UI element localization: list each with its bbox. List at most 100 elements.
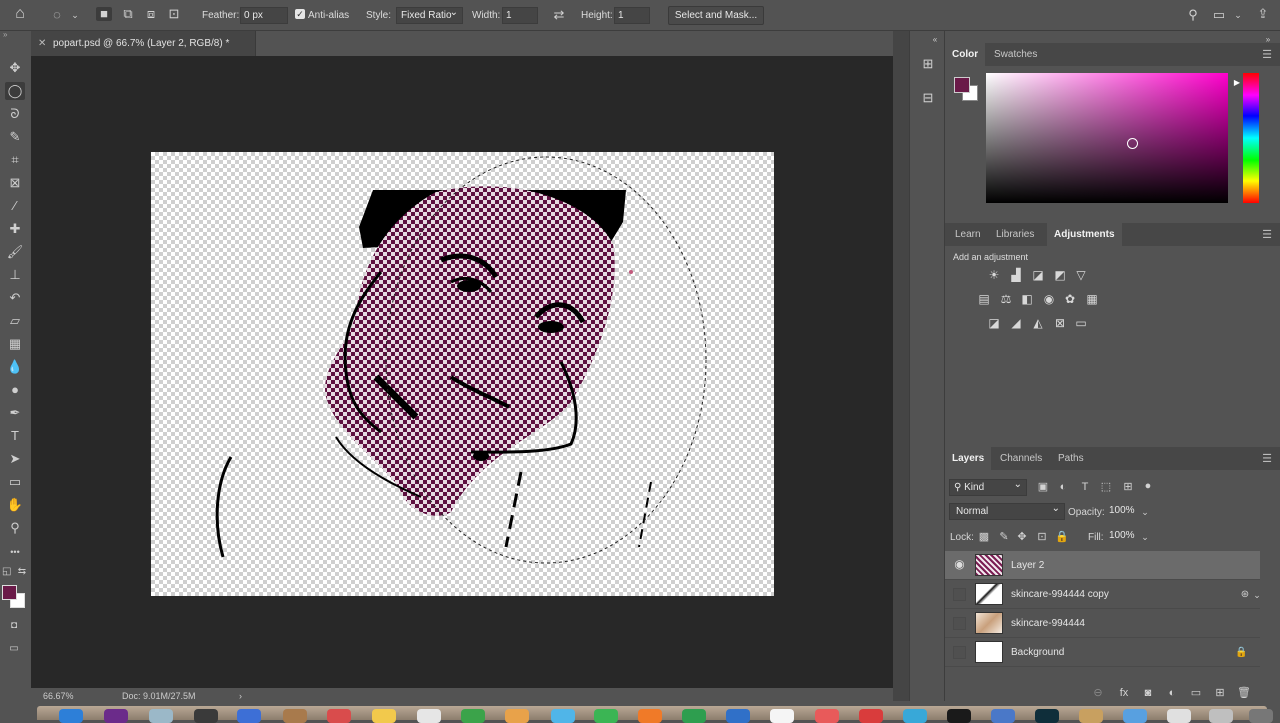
foreground-color-swatch[interactable] [2, 585, 17, 600]
hue-slider-handle[interactable]: ▶ [1233, 76, 1241, 90]
layer-name[interactable]: Background [1011, 647, 1064, 658]
height-input[interactable]: 1 [614, 7, 650, 24]
chevron-down-icon[interactable]: ⌄ [1139, 505, 1151, 519]
layer-filter-kind[interactable]: ⚲ Kind [949, 477, 1027, 496]
brightness-contrast-icon[interactable]: ☀ [986, 268, 1002, 282]
dock-app-icon[interactable] [859, 709, 883, 723]
dock-app-icon[interactable] [461, 709, 485, 723]
add-mask-icon[interactable]: ◙ [1141, 686, 1155, 700]
dock-app-icon[interactable] [770, 709, 794, 723]
hue-slider[interactable] [1243, 73, 1259, 203]
default-colors-icon[interactable]: ◱ [2, 567, 11, 577]
chevron-right-icon[interactable]: › [239, 691, 242, 701]
color-picker-cursor[interactable] [1127, 138, 1138, 149]
clone-stamp-tool[interactable]: ⊥ [5, 266, 25, 284]
marquee-preset-icon[interactable]: ◌ [50, 8, 64, 22]
collapse-icon[interactable]: « [930, 33, 940, 47]
gradient-tool[interactable]: ▦ [5, 335, 25, 353]
tab-color[interactable]: Color [945, 43, 986, 66]
filter-shape-icon[interactable]: ⬚ [1099, 480, 1113, 494]
fx-icon[interactable]: fx [1117, 686, 1131, 700]
filter-toggle-icon[interactable]: ● [1142, 479, 1154, 493]
document-canvas[interactable] [151, 152, 774, 596]
filter-smart-object-icon[interactable]: ⊞ [1121, 480, 1135, 494]
filter-pixel-icon[interactable]: ▣ [1036, 480, 1050, 494]
vibrance-icon[interactable]: ▽ [1073, 268, 1089, 282]
dock-app-icon[interactable] [1249, 709, 1273, 723]
document-tab[interactable]: ✕ popart.psd @ 66.7% (Layer 2, RGB/8) * [31, 31, 256, 56]
link-layers-icon[interactable]: ⊖ [1091, 686, 1105, 700]
tab-layers[interactable]: Layers [945, 447, 992, 470]
dock-app-icon[interactable] [1035, 709, 1059, 723]
dock-app-icon[interactable] [638, 709, 662, 723]
dock-app-icon[interactable] [726, 709, 750, 723]
chevron-down-icon[interactable]: ⌄ [70, 8, 80, 22]
move-tool[interactable]: ✥ [5, 59, 25, 77]
dock-app-icon[interactable] [327, 709, 351, 723]
layer-name[interactable]: skincare-994444 [1011, 618, 1085, 629]
lock-image-icon[interactable]: ✎ [997, 530, 1011, 544]
curves-icon[interactable]: ◪ [1030, 268, 1046, 282]
new-layer-icon[interactable]: ⊞ [1213, 686, 1227, 700]
crop-tool[interactable]: ⌗ [5, 151, 25, 169]
delete-layer-icon[interactable]: 🗑 [1237, 686, 1251, 700]
visibility-toggle[interactable] [953, 646, 966, 659]
dock-app-icon[interactable] [417, 709, 441, 723]
healing-brush-tool[interactable]: ✚ [5, 220, 25, 238]
dock-app-icon[interactable] [372, 709, 396, 723]
visibility-toggle[interactable] [953, 617, 966, 630]
dock-app-icon[interactable] [1123, 709, 1147, 723]
selective-color-icon[interactable]: ⊠ [1052, 316, 1068, 330]
swap-dimensions-icon[interactable]: ⇄ [551, 8, 567, 22]
tab-paths[interactable]: Paths [1051, 447, 1091, 470]
layer-name[interactable]: Layer 2 [1011, 560, 1044, 571]
dock-app-icon[interactable] [59, 709, 83, 723]
eraser-tool[interactable]: ▱ [5, 312, 25, 330]
dock-app-icon[interactable] [947, 709, 971, 723]
threshold-icon[interactable]: ◭ [1030, 316, 1046, 330]
visibility-toggle[interactable] [953, 588, 966, 601]
toolbar-collapse[interactable]: » [0, 30, 31, 41]
visibility-eye-icon[interactable]: ◉ [953, 558, 966, 572]
zoom-tool[interactable]: ⚲ [5, 519, 25, 537]
share-icon[interactable]: ⇪ [1255, 7, 1271, 21]
layer-row-skincare[interactable]: skincare-994444 [945, 609, 1260, 638]
filter-adjustment-icon[interactable]: ◐ [1056, 480, 1070, 494]
invert-icon[interactable]: ◪ [986, 316, 1002, 330]
chevron-down-icon[interactable]: ⌄ [1139, 530, 1151, 544]
hand-tool[interactable]: ✋ [5, 496, 25, 514]
dock-app-icon[interactable] [1167, 709, 1191, 723]
layer-name[interactable]: skincare-994444 copy [1011, 589, 1109, 600]
lock-transparent-icon[interactable]: ▩ [977, 530, 991, 544]
tab-swatches[interactable]: Swatches [987, 43, 1044, 66]
posterize-icon[interactable]: ◢ [1008, 316, 1024, 330]
levels-icon[interactable]: ▟ [1008, 268, 1024, 282]
blur-tool[interactable]: 💧 [5, 358, 25, 376]
dock-app-icon[interactable] [104, 709, 128, 723]
path-selection-tool[interactable]: ➤ [5, 450, 25, 468]
fill-input[interactable]: 100% [1106, 528, 1138, 545]
intersect-selection-icon[interactable]: ⊡ [166, 7, 182, 21]
close-icon[interactable]: ✕ [38, 38, 46, 49]
dock-app-icon[interactable] [991, 709, 1015, 723]
hue-saturation-icon[interactable]: ▤ [976, 292, 992, 306]
dock-app-icon[interactable] [903, 709, 927, 723]
dock-app-icon[interactable] [237, 709, 261, 723]
lock-artboard-icon[interactable]: ⊡ [1035, 530, 1049, 544]
select-and-mask-button[interactable]: Select and Mask... [668, 6, 764, 25]
panel-menu-icon[interactable]: ☰ [1262, 48, 1272, 61]
workspace-icon[interactable]: ▭ [1211, 8, 1227, 22]
pen-tool[interactable]: ✒ [5, 404, 25, 422]
color-field[interactable] [986, 73, 1228, 203]
history-brush-tool[interactable]: ↶ [5, 289, 25, 307]
dodge-tool[interactable]: ● [5, 381, 25, 399]
new-selection-icon[interactable]: ■ [96, 7, 112, 21]
opacity-input[interactable]: 100% [1106, 503, 1138, 520]
style-select[interactable]: Fixed Ratio [396, 5, 463, 24]
dock-app-icon[interactable] [194, 709, 218, 723]
swap-colors-icon[interactable]: ⇆ [17, 567, 27, 577]
quick-mask-icon[interactable]: ◘ [5, 619, 23, 633]
zoom-level[interactable]: 66.67% [43, 691, 74, 701]
foreground-swatch[interactable] [954, 77, 970, 93]
tab-libraries[interactable]: Libraries [989, 223, 1041, 246]
